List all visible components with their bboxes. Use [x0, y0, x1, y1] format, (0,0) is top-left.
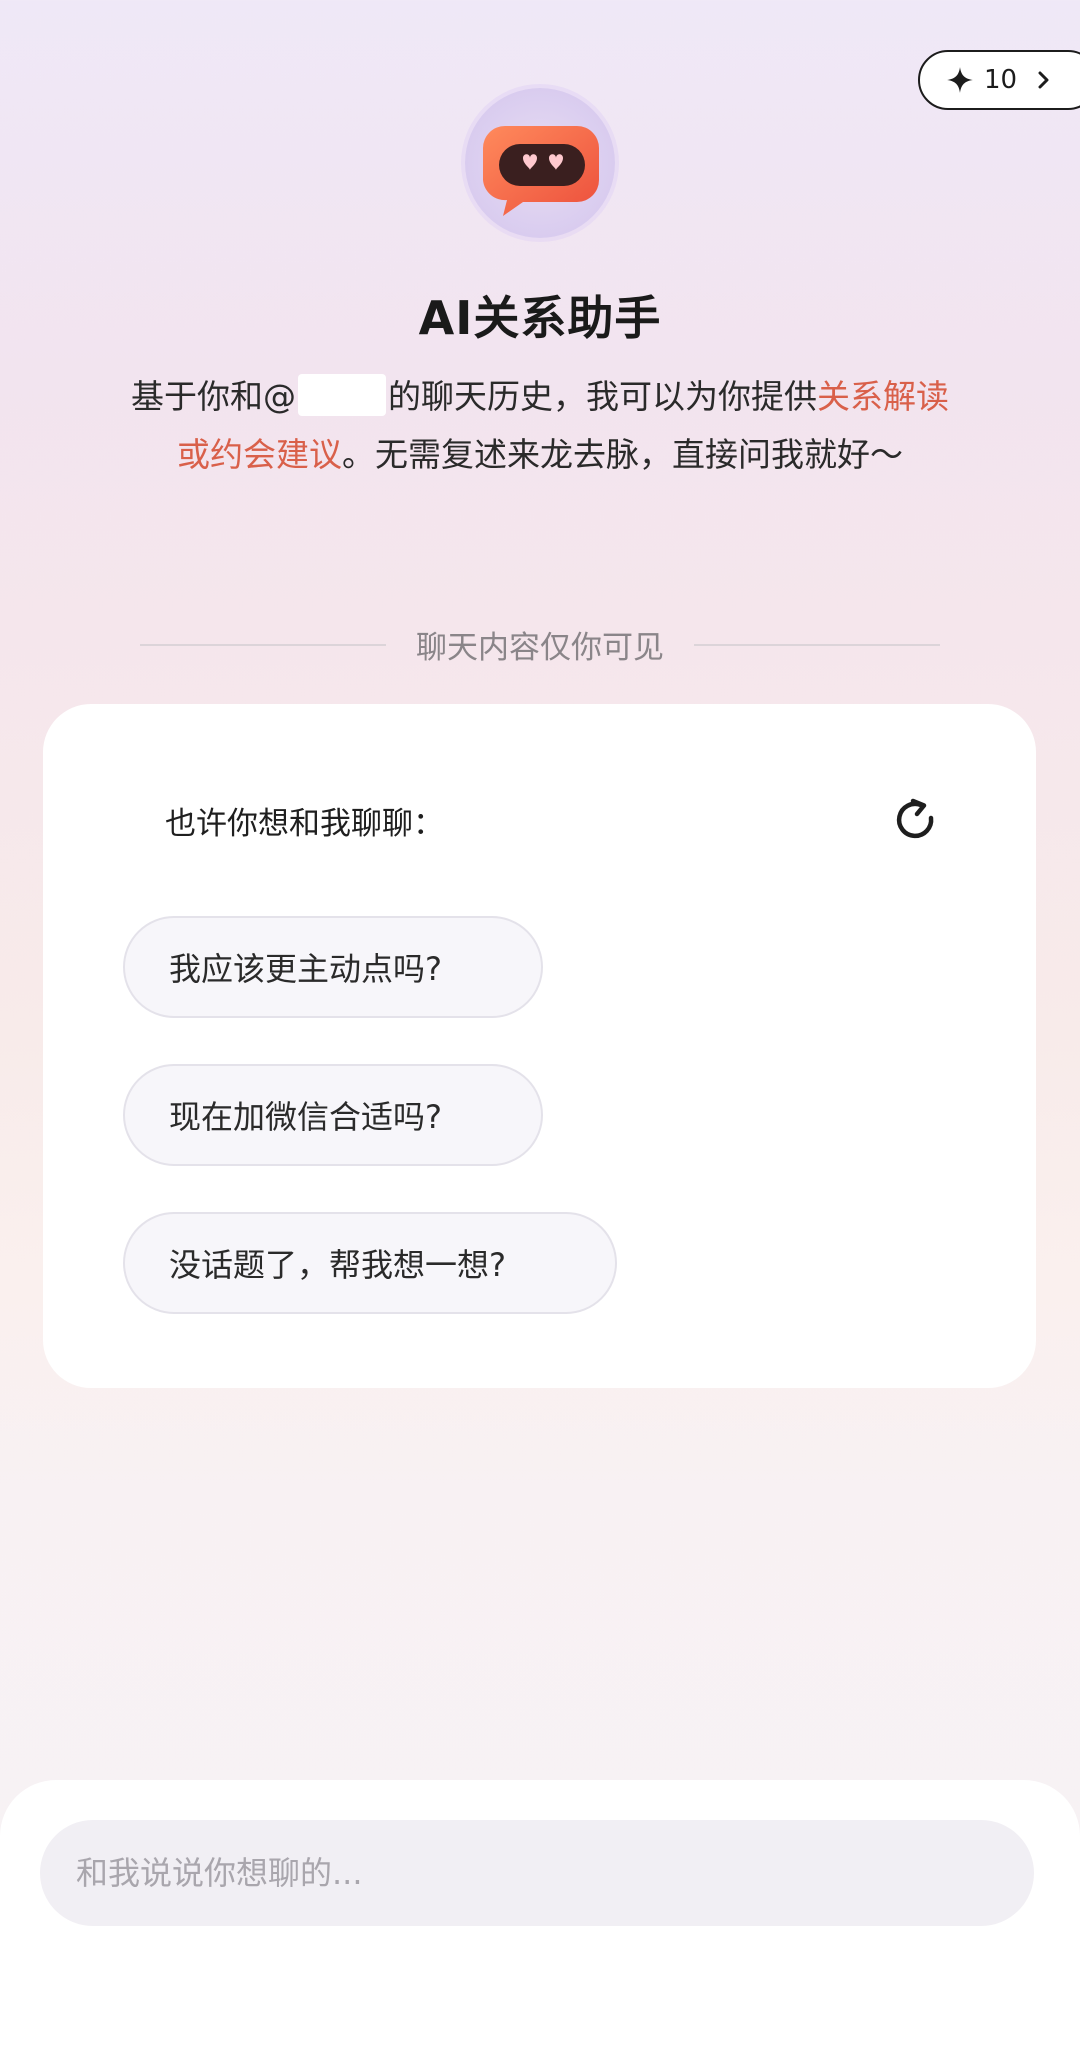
composer-panel: [0, 1780, 1080, 2067]
suggestion-chip[interactable]: 我应该更主动点吗?: [123, 916, 543, 1018]
chat-bubble-heart-eyes-icon: [483, 126, 599, 216]
privacy-divider: 聊天内容仅你可见: [140, 622, 940, 667]
intro-text-1: 基于你和@: [131, 377, 296, 416]
credits-badge[interactable]: 10: [918, 50, 1080, 110]
assistant-title: AI关系助手: [418, 291, 662, 345]
chevron-right-icon: [1038, 71, 1049, 89]
sparkle-icon: [947, 67, 973, 93]
credits-count: 10: [984, 65, 1018, 95]
privacy-note: 聊天内容仅你可见: [416, 630, 664, 666]
refresh-icon: [896, 798, 934, 839]
divider-line-right: [694, 643, 940, 646]
suggestions-card: 也许你想和我聊聊： 我应该更主动点吗? 现在加微信合适吗? 没话题了，帮我想一想…: [43, 704, 1036, 1388]
suggestion-chip[interactable]: 现在加微信合适吗?: [123, 1064, 543, 1166]
assistant-intro: 基于你和@ 的聊天历史，我可以为你提供关系解读或约会建议。无需复述来龙去脉，直接问…: [128, 368, 952, 484]
suggestion-chip[interactable]: 没话题了，帮我想一想?: [123, 1212, 617, 1314]
assistant-avatar: [465, 88, 615, 238]
suggestions-heading: 也许你想和我聊聊：: [165, 806, 444, 842]
redacted-username: [298, 374, 386, 416]
message-input-box[interactable]: [40, 1820, 1034, 1926]
divider-line-left: [140, 643, 386, 646]
refresh-suggestions-button[interactable]: [889, 794, 941, 846]
intro-text-2: 的聊天历史，我可以为你提供: [388, 377, 817, 416]
intro-text-3: 。无需复述来龙去脉，直接问我就好～: [342, 435, 903, 474]
message-input[interactable]: [74, 1853, 1034, 1893]
